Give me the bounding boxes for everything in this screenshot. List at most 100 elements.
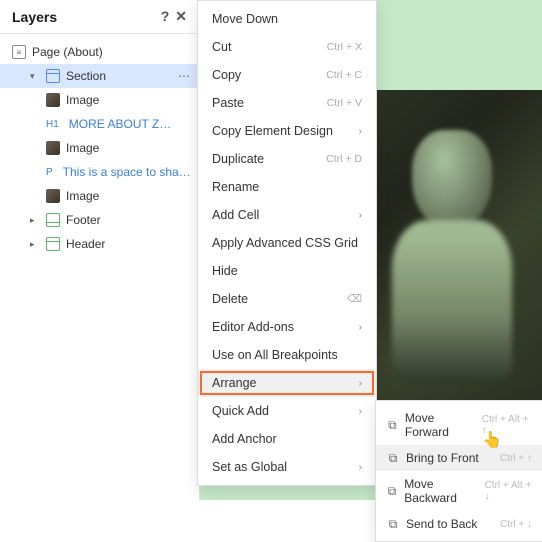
submenu-shortcut: Ctrl + ↓ bbox=[500, 519, 532, 530]
menu-item-apply-advanced-css-grid[interactable]: Apply Advanced CSS Grid bbox=[198, 229, 376, 257]
layer-label: Section bbox=[66, 69, 106, 83]
menu-item-label: Add Cell bbox=[212, 208, 259, 222]
help-icon[interactable]: ? bbox=[161, 8, 170, 25]
layer-order-icon: ⧉ bbox=[386, 418, 399, 432]
menu-shortcut: ⌫ bbox=[347, 293, 362, 305]
menu-item-label: Delete bbox=[212, 292, 248, 306]
submenu-item-move-backward[interactable]: ⧉ Move Backward Ctrl + Alt + ↓ bbox=[376, 471, 542, 511]
menu-item-paste[interactable]: Paste Ctrl + V bbox=[198, 89, 376, 117]
menu-item-label: Hide bbox=[212, 264, 238, 278]
caret-right-icon[interactable]: ▸ bbox=[30, 215, 40, 226]
layer-footer[interactable]: ▸ Footer bbox=[0, 208, 199, 232]
caret-down-icon[interactable]: ▾ bbox=[30, 71, 40, 82]
submenu-shortcut: Ctrl + Alt + ↑ bbox=[482, 414, 532, 436]
menu-item-label: Move Down bbox=[212, 12, 278, 26]
submenu-item-move-forward[interactable]: ⧉ Move Forward Ctrl + Alt + ↑ bbox=[376, 405, 542, 445]
menu-item-add-cell[interactable]: Add Cell › bbox=[198, 201, 376, 229]
submenu-item-send-to-back[interactable]: ⧉ Send to Back Ctrl + ↓ bbox=[376, 511, 542, 537]
chevron-right-icon: › bbox=[359, 210, 362, 221]
submenu-item-label: Move Backward bbox=[404, 477, 478, 505]
layer-image[interactable]: Image bbox=[0, 88, 199, 112]
menu-item-label: Editor Add-ons bbox=[212, 320, 294, 334]
submenu-item-label: Bring to Front bbox=[406, 451, 479, 465]
submenu-item-label: Send to Back bbox=[406, 517, 477, 531]
layer-paragraph[interactable]: P This is a space to sha… bbox=[0, 160, 199, 184]
layer-label: Footer bbox=[66, 213, 101, 227]
layer-order-icon: ⧉ bbox=[386, 484, 398, 498]
layer-order-icon: ⧉ bbox=[386, 517, 400, 531]
menu-item-rename[interactable]: Rename bbox=[198, 173, 376, 201]
chevron-right-icon: › bbox=[359, 322, 362, 333]
canvas-image bbox=[362, 90, 542, 400]
layer-image[interactable]: Image bbox=[0, 184, 199, 208]
menu-item-label: Use on All Breakpoints bbox=[212, 348, 338, 362]
layers-panel: Layers ? ✕ ≡ Page (About) ▾ Section ⋯ Im… bbox=[0, 0, 200, 500]
menu-item-set-as-global[interactable]: Set as Global › bbox=[198, 453, 376, 481]
layers-header: Layers ? ✕ bbox=[0, 0, 199, 34]
menu-item-editor-add-ons[interactable]: Editor Add-ons › bbox=[198, 313, 376, 341]
menu-item-cut[interactable]: Cut Ctrl + X bbox=[198, 33, 376, 61]
more-icon[interactable]: ⋯ bbox=[178, 69, 191, 83]
layer-heading[interactable]: H1 MORE ABOUT Z… bbox=[0, 112, 199, 136]
menu-item-add-anchor[interactable]: Add Anchor bbox=[198, 425, 376, 453]
menu-item-copy-element-design[interactable]: Copy Element Design › bbox=[198, 117, 376, 145]
menu-item-label: Copy Element Design bbox=[212, 124, 333, 138]
menu-item-label: Rename bbox=[212, 180, 259, 194]
layer-header[interactable]: ▸ Header bbox=[0, 232, 199, 256]
layer-page[interactable]: ≡ Page (About) bbox=[0, 40, 199, 64]
menu-item-arrange[interactable]: Arrange › bbox=[198, 369, 376, 397]
caret-right-icon[interactable]: ▸ bbox=[30, 239, 40, 250]
menu-shortcut: Ctrl + X bbox=[327, 41, 362, 53]
layer-section[interactable]: ▾ Section ⋯ bbox=[0, 64, 199, 88]
menu-item-delete[interactable]: Delete ⌫ bbox=[198, 285, 376, 313]
menu-item-use-on-all-breakpoints[interactable]: Use on All Breakpoints bbox=[198, 341, 376, 369]
menu-item-quick-add[interactable]: Quick Add › bbox=[198, 397, 376, 425]
footer-icon bbox=[46, 213, 60, 227]
panel-title: Layers bbox=[12, 9, 57, 25]
submenu-shortcut: Ctrl + Alt + ↓ bbox=[485, 480, 532, 502]
layer-tree: ≡ Page (About) ▾ Section ⋯ Image H1 MORE… bbox=[0, 34, 199, 262]
menu-item-label: Set as Global bbox=[212, 460, 287, 474]
section-icon bbox=[46, 69, 60, 83]
context-menu[interactable]: Move Down Cut Ctrl + X Copy Ctrl + C Paste Ctr… bbox=[197, 0, 377, 486]
menu-shortcut: Ctrl + D bbox=[326, 153, 362, 165]
image-thumb-icon bbox=[46, 141, 60, 155]
submenu-item-bring-to-front[interactable]: ⧉ Bring to Front Ctrl + ↑ bbox=[376, 445, 542, 471]
layer-label: This is a space to sha… bbox=[63, 165, 191, 179]
menu-item-label: Apply Advanced CSS Grid bbox=[212, 236, 358, 250]
menu-item-label: Quick Add bbox=[212, 404, 269, 418]
close-icon[interactable]: ✕ bbox=[175, 8, 187, 25]
menu-item-label: Paste bbox=[212, 96, 244, 110]
chevron-right-icon: › bbox=[359, 406, 362, 417]
h1-tag-icon: H1 bbox=[46, 119, 59, 130]
layer-image[interactable]: Image bbox=[0, 136, 199, 160]
header-icon bbox=[46, 237, 60, 251]
menu-shortcut: Ctrl + C bbox=[326, 69, 362, 81]
page-icon: ≡ bbox=[12, 45, 26, 59]
layer-label: Image bbox=[66, 141, 99, 155]
image-thumb-icon bbox=[46, 189, 60, 203]
chevron-right-icon: › bbox=[359, 462, 362, 473]
layer-label: MORE ABOUT Z… bbox=[69, 117, 171, 131]
image-thumb-icon bbox=[46, 93, 60, 107]
chevron-right-icon: › bbox=[359, 126, 362, 137]
menu-item-move-down[interactable]: Move Down bbox=[198, 5, 376, 33]
menu-item-duplicate[interactable]: Duplicate Ctrl + D bbox=[198, 145, 376, 173]
chevron-right-icon: › bbox=[359, 378, 362, 389]
p-tag-icon: P bbox=[46, 167, 53, 178]
menu-item-copy[interactable]: Copy Ctrl + C bbox=[198, 61, 376, 89]
menu-item-label: Copy bbox=[212, 68, 241, 82]
menu-item-label: Add Anchor bbox=[212, 432, 277, 446]
menu-item-label: Duplicate bbox=[212, 152, 264, 166]
menu-item-label: Cut bbox=[212, 40, 231, 54]
submenu-shortcut: Ctrl + ↑ bbox=[500, 453, 532, 464]
layer-label: Image bbox=[66, 189, 99, 203]
arrange-submenu[interactable]: ⧉ Move Forward Ctrl + Alt + ↑ ⧉ Bring to Fro… bbox=[375, 400, 542, 542]
menu-item-label: Arrange bbox=[212, 376, 256, 390]
layer-label: Image bbox=[66, 93, 99, 107]
submenu-item-label: Move Forward bbox=[405, 411, 476, 439]
layer-order-icon: ⧉ bbox=[386, 451, 400, 465]
menu-item-hide[interactable]: Hide bbox=[198, 257, 376, 285]
menu-shortcut: Ctrl + V bbox=[327, 97, 362, 109]
layer-label: Page (About) bbox=[32, 45, 103, 59]
